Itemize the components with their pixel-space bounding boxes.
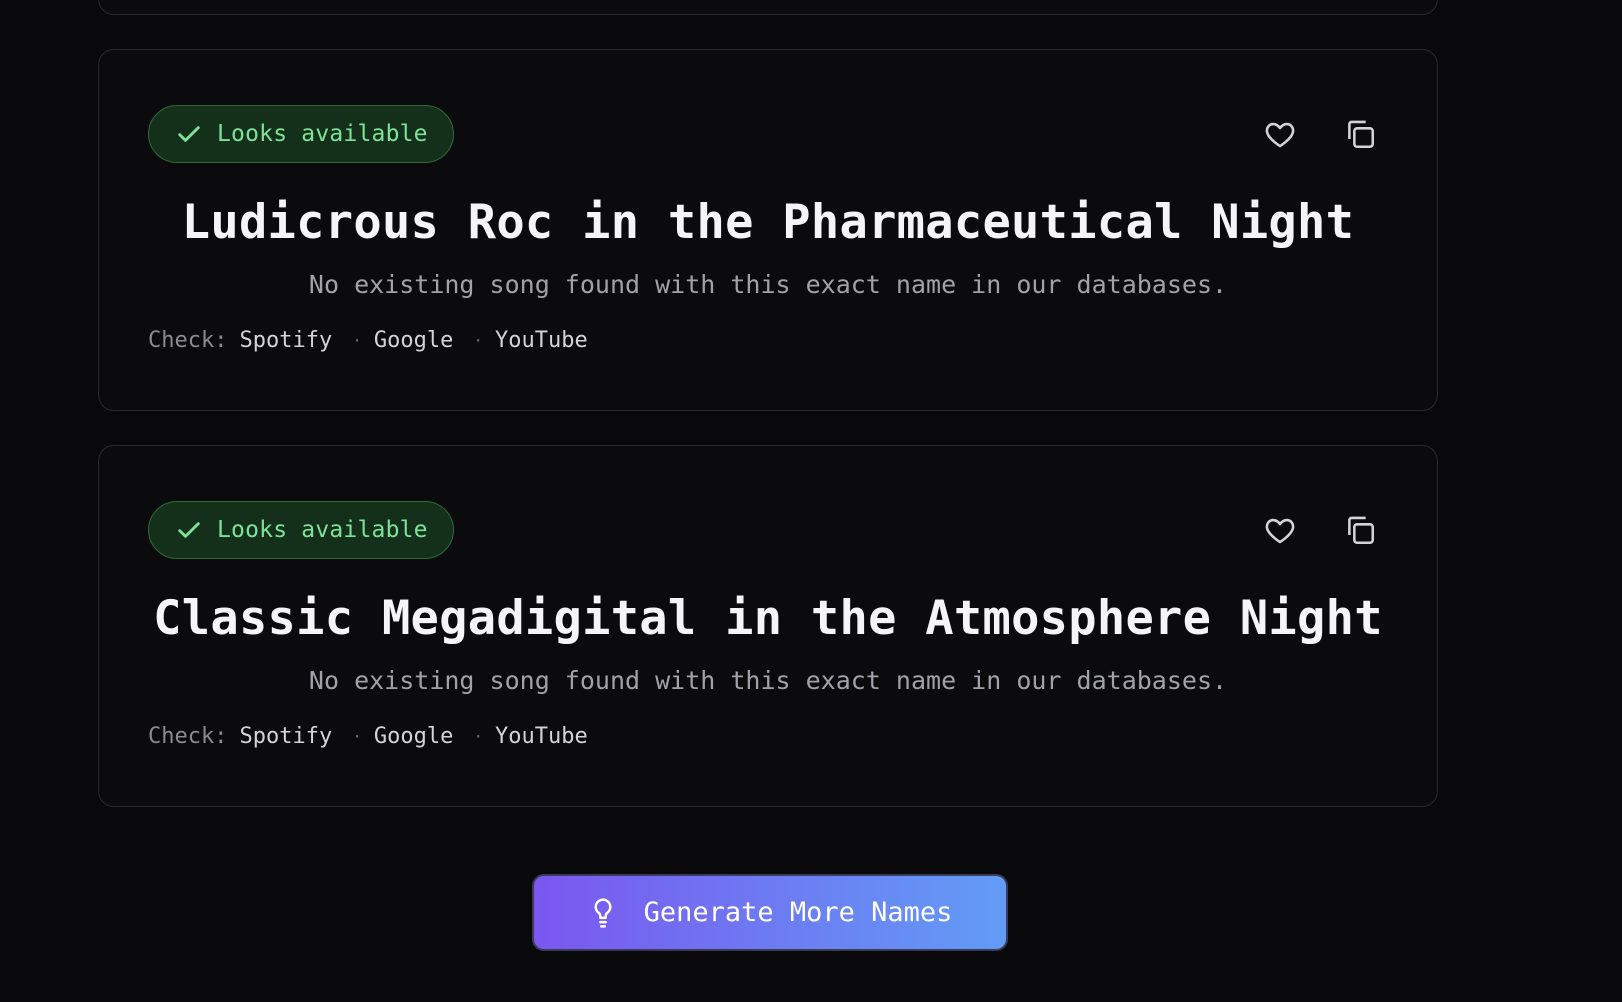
heart-icon bbox=[1265, 518, 1295, 544]
copy-button[interactable] bbox=[1342, 116, 1378, 152]
check-icon bbox=[178, 522, 200, 538]
google-link[interactable]: Google bbox=[374, 328, 453, 353]
youtube-link[interactable]: YouTube bbox=[495, 724, 588, 749]
copy-icon bbox=[1348, 120, 1375, 149]
song-title: Ludicrous Roc in the Pharmaceutical Nigh… bbox=[181, 195, 1355, 250]
heart-icon bbox=[1265, 122, 1295, 148]
link-separator: · bbox=[473, 727, 483, 746]
song-title: Classic Megadigital in the Atmosphere Ni… bbox=[153, 591, 1383, 646]
link-separator: · bbox=[352, 331, 362, 350]
check-links: Check: Spotify · Google · YouTube bbox=[148, 328, 588, 353]
results-page: Looks available Ludicrous Roc in the Pha… bbox=[0, 0, 1622, 1002]
copy-icon bbox=[1348, 516, 1375, 545]
favorite-button[interactable] bbox=[1262, 116, 1298, 152]
link-separator: · bbox=[352, 727, 362, 746]
availability-label: Looks available bbox=[217, 121, 428, 147]
check-label: Check: bbox=[148, 724, 228, 749]
lightbulb-icon bbox=[594, 897, 612, 928]
availability-badge: Looks available bbox=[148, 105, 454, 163]
favorite-button[interactable] bbox=[1262, 512, 1298, 548]
availability-badge: Looks available bbox=[148, 501, 454, 559]
generate-more-label: Generate More Names bbox=[643, 897, 953, 928]
result-card: Looks available Classic Megadigital in t… bbox=[98, 445, 1438, 807]
song-description: No existing song found with this exact n… bbox=[308, 270, 1228, 299]
check-label: Check: bbox=[148, 328, 228, 353]
copy-button[interactable] bbox=[1342, 512, 1378, 548]
song-description: No existing song found with this exact n… bbox=[308, 666, 1228, 695]
link-separator: · bbox=[473, 331, 483, 350]
generate-more-button[interactable]: Generate More Names bbox=[532, 874, 1008, 951]
check-links: Check: Spotify · Google · YouTube bbox=[148, 724, 588, 749]
result-card: Looks available Ludicrous Roc in the Pha… bbox=[98, 49, 1438, 411]
availability-label: Looks available bbox=[217, 517, 428, 543]
google-link[interactable]: Google bbox=[374, 724, 453, 749]
result-card-previous bbox=[98, 0, 1438, 15]
spotify-link[interactable]: Spotify bbox=[239, 724, 332, 749]
check-icon bbox=[178, 126, 200, 142]
spotify-link[interactable]: Spotify bbox=[239, 328, 332, 353]
youtube-link[interactable]: YouTube bbox=[495, 328, 588, 353]
